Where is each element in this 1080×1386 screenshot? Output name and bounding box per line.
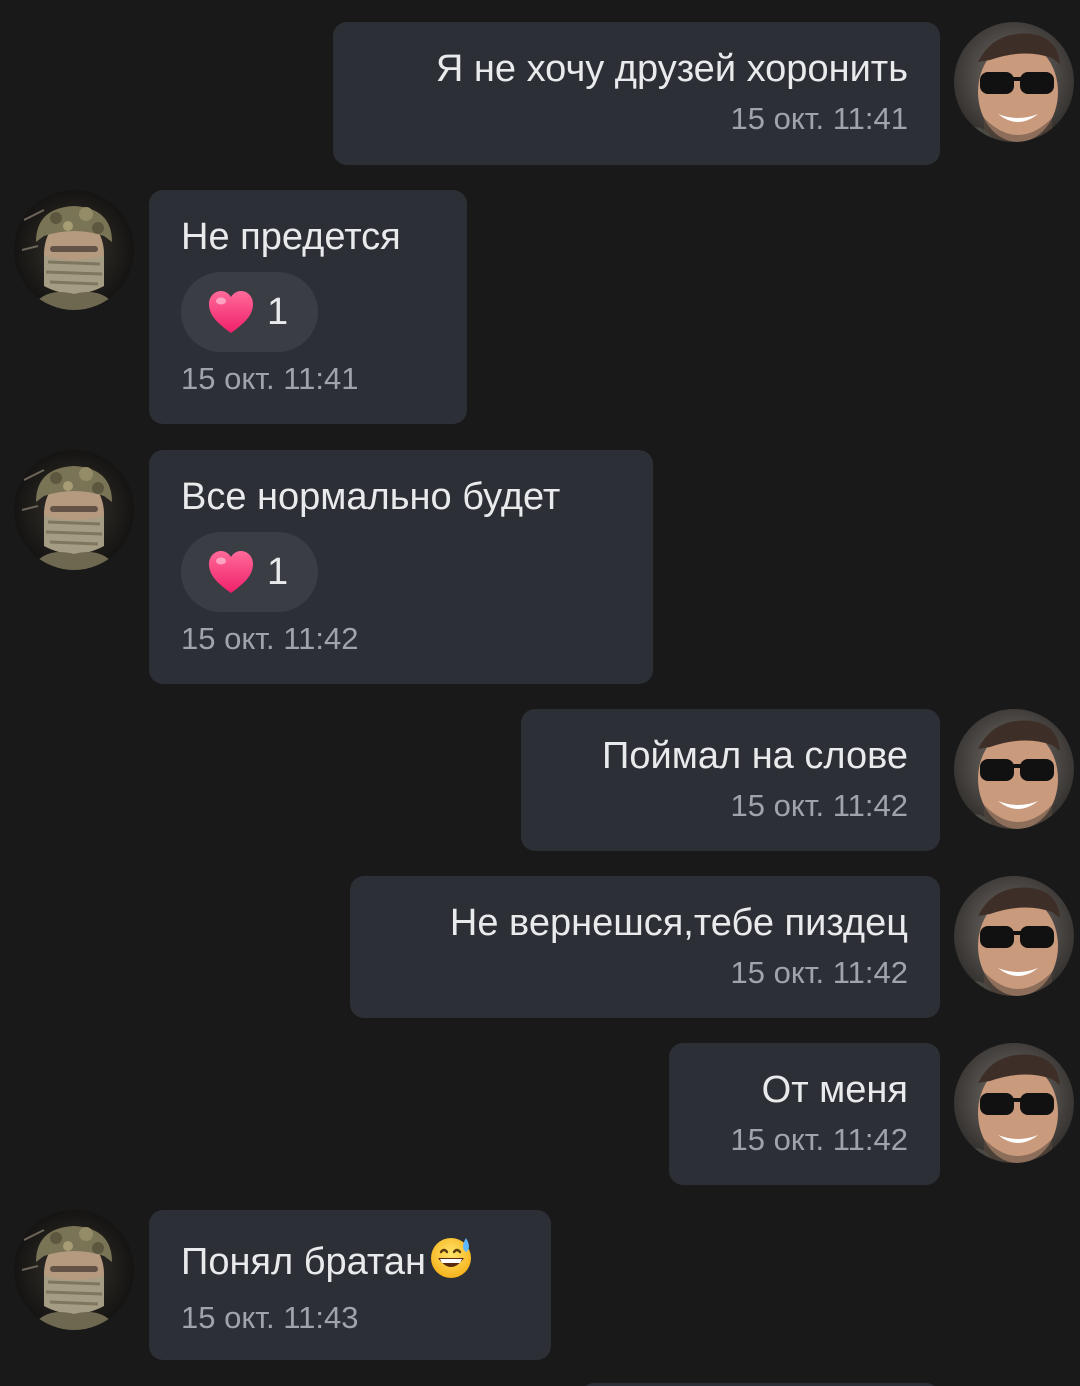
message-bubble-incoming[interactable]: Понял братан 15 окт. 11:43 <box>149 1210 551 1360</box>
message-timestamp: 15 окт. 11:41 <box>730 101 908 136</box>
avatar[interactable] <box>14 450 134 570</box>
avatar[interactable] <box>954 22 1074 142</box>
message-bubble-outgoing[interactable]: От меня 15 окт. 11:42 <box>669 1043 940 1185</box>
avatar[interactable] <box>954 1043 1074 1163</box>
reaction-count: 1 <box>267 550 289 593</box>
avatar[interactable] <box>954 709 1074 829</box>
reaction-pill[interactable]: 1 <box>181 272 319 352</box>
message-text-content: Понял братан <box>181 1241 427 1283</box>
avatar[interactable] <box>954 876 1074 996</box>
message-bubble-outgoing[interactable]: Не вернешся,тебе пиздец 15 окт. 11:42 <box>350 876 940 1018</box>
message-timestamp: 15 окт. 11:42 <box>730 788 908 823</box>
message-timestamp: 15 окт. 11:42 <box>730 955 908 990</box>
message-timestamp: 15 окт. 11:42 <box>181 621 359 656</box>
message-text: Не предется <box>181 216 401 258</box>
avatar[interactable] <box>14 1210 134 1330</box>
message-timestamp: 15 окт. 11:43 <box>181 1300 359 1335</box>
message-bubble-incoming[interactable]: Не предется 1 15 окт. 11:41 <box>149 190 467 424</box>
message-bubble-outgoing[interactable]: Поймал на слове 15 окт. 11:42 <box>521 709 940 851</box>
message-text: Не вернешся,тебе пиздец <box>449 902 908 944</box>
message-bubble-outgoing[interactable]: Я не хочу друзей хоронить 15 окт. 11:41 <box>333 22 940 165</box>
message-text: Поймал на слове <box>602 735 908 777</box>
reaction-pill[interactable]: 1 <box>181 532 319 612</box>
chat-message-list[interactable]: Я не хочу друзей хоронить 15 окт. 11:41 … <box>0 0 1080 1386</box>
message-text: От меня <box>761 1069 908 1111</box>
heart-icon <box>207 289 255 335</box>
message-text: Понял братан <box>181 1234 519 1291</box>
message-bubble-incoming[interactable]: Все нормально будет 1 15 окт. 11:42 <box>149 450 653 684</box>
avatar[interactable] <box>14 190 134 310</box>
reaction-count: 1 <box>267 290 289 333</box>
heart-icon <box>207 549 255 595</box>
message-text: Все нормально будет <box>181 476 561 518</box>
grinning-sweat-emoji-icon <box>428 1234 474 1291</box>
message-timestamp: 15 окт. 11:41 <box>181 361 359 396</box>
message-text: Я не хочу друзей хоронить <box>435 48 908 90</box>
message-timestamp: 15 окт. 11:42 <box>730 1122 908 1157</box>
